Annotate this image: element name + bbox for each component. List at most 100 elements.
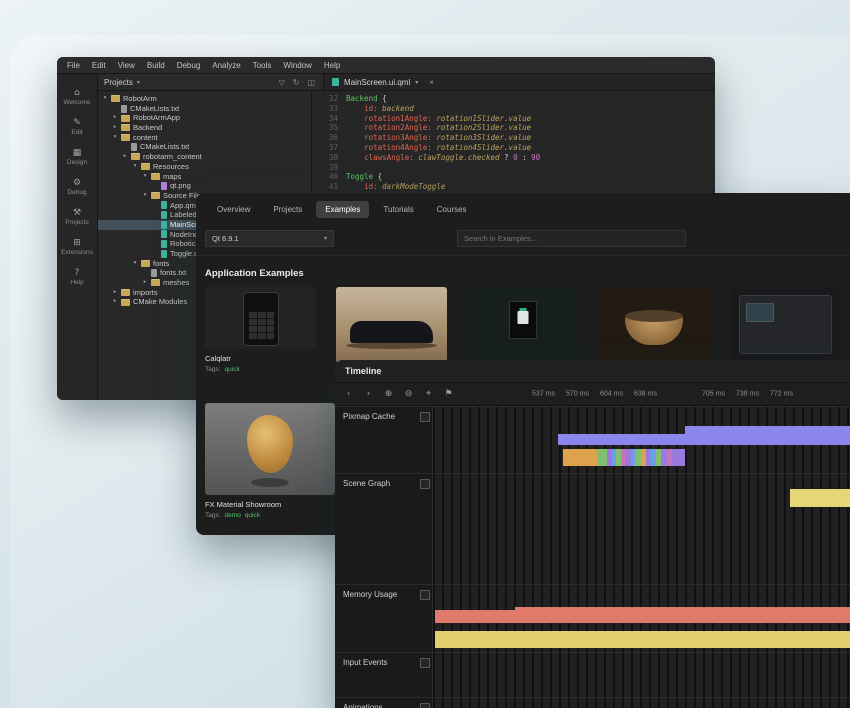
code-token: [346, 123, 364, 132]
tree-expand-arrow[interactable]: ▾: [142, 172, 148, 182]
editor-tab-bar: MainScreen.ui.qml ▾ ×: [324, 74, 715, 90]
menu-item[interactable]: Tools: [247, 61, 278, 70]
example-card[interactable]: Calqlatr Tags: quick: [205, 287, 316, 373]
code-token: rotation4Angle:: [364, 143, 436, 152]
example-title: Calqlatr: [205, 354, 316, 363]
tree-item-label: fonts: [153, 259, 169, 269]
tree-item-icon: [161, 240, 167, 248]
tree-item[interactable]: ▸ Backend: [98, 123, 311, 133]
projects-pane-title[interactable]: Projects: [104, 78, 133, 87]
line-number: 34: [312, 114, 346, 124]
menu-item[interactable]: Build: [141, 61, 171, 70]
tree-item-icon: [151, 279, 160, 286]
menu-item[interactable]: Window: [277, 61, 317, 70]
qml-file-icon: [332, 78, 339, 86]
tree-expand-arrow[interactable]: ▸: [112, 297, 118, 307]
qt-version-dropdown[interactable]: Qt 6.9.1 ▾: [205, 230, 334, 247]
sidebar-mode-item[interactable]: Design: [57, 146, 97, 168]
examples-tab[interactable]: Examples: [316, 201, 369, 218]
tree-item[interactable]: ▸ RobotArmApp: [98, 113, 311, 123]
sidebar-mode-item[interactable]: Help: [57, 266, 97, 288]
tree-item-label: RobotArm: [123, 94, 157, 104]
menu-item[interactable]: Help: [318, 61, 346, 70]
filter-icon[interactable]: ▽: [277, 78, 287, 87]
sync-icon[interactable]: ↻: [291, 78, 302, 87]
editor-tab-title[interactable]: MainScreen.ui.qml: [344, 78, 410, 87]
tree-item[interactable]: ▸ robotarm_content: [98, 152, 311, 162]
chevron-down-icon[interactable]: ▾: [137, 79, 140, 86]
timeline-bar[interactable]: [435, 610, 517, 623]
examples-tab[interactable]: Courses: [428, 201, 476, 218]
tree-expand-arrow[interactable]: ▾: [132, 259, 138, 269]
tree-item-label: imports: [133, 288, 158, 298]
code-token: ?: [504, 153, 513, 162]
tree-item[interactable]: CMakeLists.txt: [98, 104, 311, 114]
tree-expand-arrow[interactable]: ▸: [112, 113, 118, 123]
tree-expand-arrow[interactable]: ▾: [142, 191, 148, 201]
tree-item[interactable]: qt.png: [98, 181, 311, 191]
example-card[interactable]: [730, 287, 841, 368]
sidebar-mode-item[interactable]: Projects: [57, 206, 97, 228]
tree-item[interactable]: CMakeLists.txt: [98, 142, 311, 152]
tag-link[interactable]: quick: [225, 366, 240, 373]
examples-search-input[interactable]: [457, 230, 686, 247]
tree-expand-arrow[interactable]: ▸: [112, 288, 118, 298]
tag-link[interactable]: quick: [245, 512, 260, 519]
tree-expand-arrow[interactable]: ▸: [112, 123, 118, 133]
code-token: [346, 133, 364, 142]
menu-item[interactable]: File: [61, 61, 86, 70]
timeline-bar[interactable]: [597, 449, 607, 466]
example-card[interactable]: FX Material Showroom Tags: demoquick: [205, 403, 335, 519]
tree-item[interactable]: ▾ content: [98, 133, 311, 143]
tree-expand-arrow[interactable]: ▾: [132, 162, 138, 172]
tree-expand-arrow[interactable]: ▸: [122, 152, 128, 162]
tree-item-icon: [141, 163, 150, 170]
menu-item[interactable]: Analyze: [206, 61, 246, 70]
tree-expand-arrow[interactable]: ▾: [102, 94, 108, 104]
tree-expand-arrow[interactable]: ▾: [112, 133, 118, 143]
sidebar-mode-item[interactable]: Debug: [57, 176, 97, 198]
section-title: Application Examples: [196, 256, 850, 279]
timeline-bar[interactable]: [558, 434, 685, 445]
examples-tab[interactable]: Projects: [264, 201, 311, 218]
code-token: id:: [364, 182, 382, 191]
tree-item-icon: [121, 115, 130, 122]
tree-item[interactable]: ▾ Resources: [98, 162, 311, 172]
code-token: {: [382, 94, 387, 103]
split-icon[interactable]: ◫: [305, 78, 317, 87]
tree-item[interactable]: ▾ maps: [98, 172, 311, 182]
tree-item[interactable]: ▾ RobotArm: [98, 94, 311, 104]
timeline-bar[interactable]: [563, 449, 597, 466]
examples-tab[interactable]: Overview: [208, 201, 259, 218]
sidebar-mode-item[interactable]: Edit: [57, 116, 97, 138]
menu-item[interactable]: View: [112, 61, 141, 70]
example-card[interactable]: [336, 287, 447, 368]
code-token: {: [378, 172, 383, 181]
timeline-bar[interactable]: [435, 631, 850, 648]
timeline-bar[interactable]: [790, 489, 850, 507]
code-token: [346, 143, 364, 152]
example-card[interactable]: [467, 287, 578, 368]
sidebar-mode-item[interactable]: Welcome: [57, 86, 97, 108]
example-card[interactable]: [599, 287, 710, 368]
tab-dropdown-icon[interactable]: ▾: [415, 79, 418, 86]
tree-item-label: Resources: [153, 162, 189, 172]
line-number: 38: [312, 153, 346, 163]
profiler-title: Timeline: [345, 366, 381, 376]
tree-item-label: Backend: [133, 123, 162, 133]
code-line: 33 id: backend: [312, 104, 715, 114]
timeline-bar[interactable]: [515, 607, 850, 623]
examples-tab[interactable]: Tutorials: [374, 201, 422, 218]
tag-link[interactable]: demo: [225, 512, 241, 519]
timeline-bar[interactable]: [685, 426, 850, 445]
sidebar-mode-item[interactable]: Extensions: [57, 236, 97, 258]
mode-sidebar: Welcome Edit Design Debug Projects Exten…: [57, 74, 98, 400]
tree-expand-arrow[interactable]: ▸: [142, 278, 148, 288]
timeline-bar[interactable]: [672, 449, 685, 466]
example-thumbnail: [336, 287, 447, 363]
time-ruler-label: 772 ms: [770, 391, 793, 398]
tab-close-icon[interactable]: ×: [429, 78, 434, 87]
menu-item[interactable]: Debug: [171, 61, 207, 70]
example-tags: Tags: quick: [205, 366, 316, 373]
menu-item[interactable]: Edit: [86, 61, 112, 70]
